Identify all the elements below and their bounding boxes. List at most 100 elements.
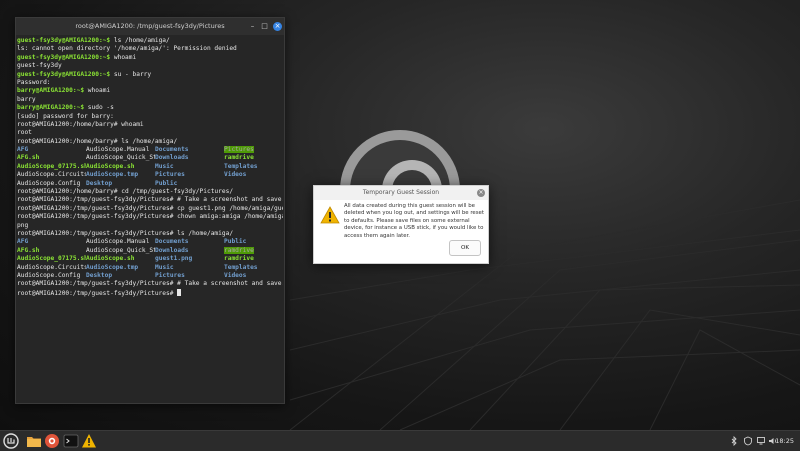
browser-icon[interactable] (44, 433, 60, 449)
terminal-text: png (17, 221, 29, 229)
menu-icon[interactable] (3, 433, 19, 449)
terminal-text: barry (17, 95, 36, 103)
ls-column: Templates (224, 264, 283, 272)
ls-column: guest1.png (155, 255, 224, 263)
dialog-titlebar[interactable]: Temporary Guest Session × (314, 186, 488, 200)
terminal-command: whoami (84, 87, 111, 95)
ls-column: Videos (224, 272, 283, 280)
terminal-window[interactable]: root@AMIGA1200: /tmp/guest-fsy3dy/Pictur… (15, 17, 285, 404)
ls-column: AudioScope.Config (17, 180, 86, 188)
terminal-line: root@AMIGA1200:/tmp/guest-fsy3dy/Picture… (17, 230, 283, 238)
bluetooth-icon[interactable] (729, 436, 739, 446)
terminal-text: root@AMIGA1200:/tmp/guest-fsy3dy/Picture… (17, 196, 283, 204)
terminal-text: root@AMIGA1200:/tmp/guest-fsy3dy/Picture… (17, 229, 234, 237)
ls-entry: Music (155, 162, 174, 170)
terminal-text: guest-fsy3dy (17, 62, 62, 70)
terminal-line: AudioScope.CircuitsAudioScope.tmp Picture… (17, 171, 283, 179)
ls-column: Pictures (155, 171, 224, 179)
ls-column: AudioScope.Config (17, 272, 86, 280)
terminal-line: root@AMIGA1200:/tmp/guest-fsy3dy/Picture… (17, 288, 283, 297)
terminal-line: barry (17, 96, 283, 104)
terminal-icon[interactable] (63, 433, 79, 449)
ls-column: Pictures (155, 272, 224, 280)
ls-column: Public (155, 180, 224, 188)
terminal-line: AudioScope_07175.shAudioScope.sh guest1.p… (17, 255, 283, 263)
terminal-prompt: guest-fsy3dy@AMIGA1200:~$ (17, 70, 111, 78)
terminal-line: root@AMIGA1200:/home/barry# cd /tmp/gues… (17, 188, 283, 196)
ls-entry: AFG (17, 238, 29, 246)
terminal-output[interactable]: guest-fsy3dy@AMIGA1200:~$ ls /home/amiga… (16, 35, 284, 297)
ls-column: Documents (155, 238, 224, 246)
terminal-prompt: guest-fsy3dy@AMIGA1200:~$ (17, 53, 111, 61)
text-cursor (177, 288, 182, 296)
ls-entry: AFG.sh (17, 246, 40, 254)
ls-entry: AudioScope.Config (17, 271, 81, 279)
terminal-line: barry@AMIGA1200:~$ sudo -s (17, 104, 283, 112)
terminal-line: root (17, 129, 283, 137)
terminal-line: AudioScope_07175.shAudioScope.sh Music Tem… (17, 163, 283, 171)
terminal-current-prompt: root@AMIGA1200:/tmp/guest-fsy3dy/Picture… (17, 289, 178, 297)
terminal-prompt: barry@AMIGA1200:~$ (17, 104, 85, 112)
guest-session-dialog[interactable]: Temporary Guest Session × All data creat… (313, 185, 489, 264)
terminal-line: root@AMIGA1200:/tmp/guest-fsy3dy/Picture… (17, 196, 283, 204)
ok-button[interactable]: OK (449, 240, 481, 256)
clock[interactable]: 18:25 (775, 431, 794, 451)
ls-entry: AudioScope_Quick_Start.Notes (86, 246, 155, 254)
ls-column: AFG.sh (17, 154, 86, 162)
warning-icon (320, 206, 340, 224)
ls-column: AFG.sh (17, 247, 86, 255)
terminal-line: AudioScope.CircuitsAudioScope.tmp Music Te… (17, 264, 283, 272)
terminal-line: root@AMIGA1200:/tmp/guest-fsy3dy/Picture… (17, 205, 283, 213)
terminal-text: root@AMIGA1200:/tmp/guest-fsy3dy/Picture… (17, 204, 283, 212)
dialog-close-icon[interactable]: × (477, 189, 485, 197)
terminal-titlebar[interactable]: root@AMIGA1200: /tmp/guest-fsy3dy/Pictur… (16, 18, 284, 35)
ls-column: AFG (17, 238, 86, 246)
ls-column: ramdrive (224, 154, 283, 162)
ls-entry: AFG.sh (17, 154, 40, 162)
files-icon[interactable] (26, 433, 42, 449)
ls-column: Music (155, 163, 224, 171)
terminal-text: Password: (17, 78, 51, 86)
ls-column: AFG (17, 146, 86, 154)
terminal-line: AudioScope.Config Desktop Pictures Videos (17, 272, 283, 280)
ls-entry: Videos (224, 271, 247, 279)
ls-entry: AudioScope.sh (86, 255, 135, 263)
terminal-line: png (17, 222, 283, 230)
ls-entry: Templates (224, 162, 258, 170)
warning-icon[interactable] (81, 433, 97, 449)
ls-entry: AudioScope.tmp (86, 263, 139, 271)
ls-entry: AudioScope.Manual (86, 146, 150, 154)
ls-entry: Desktop (86, 271, 113, 279)
ls-column: AudioScope.Manual (86, 238, 155, 246)
close-icon[interactable]: × (273, 22, 282, 31)
terminal-text: root (17, 129, 32, 137)
terminal-text: root@AMIGA1200:/home/barry# whoami (17, 120, 144, 128)
terminal-text: root@AMIGA1200:/tmp/guest-fsy3dy/Picture… (17, 213, 283, 221)
ls-entry: guest1.png (155, 255, 193, 263)
terminal-line: AFG.sh AudioScope_Quick_Start.NotesDownlo… (17, 154, 283, 162)
shield-icon[interactable] (743, 436, 753, 446)
ls-entry: Pictures (155, 271, 185, 279)
ls-entry: AudioScope.tmp (86, 171, 139, 179)
ls-entry: Public (224, 238, 247, 246)
network-icon[interactable] (756, 436, 766, 446)
ls-entry: Pictures (155, 171, 185, 179)
ls-entry: Documents (155, 146, 189, 154)
ls-column: ramdrive (224, 246, 283, 255)
ls-entry: Videos (224, 171, 247, 179)
terminal-line: AFG.sh AudioScope_Quick_Start.NotesDownlo… (17, 246, 283, 255)
ls-entry: AudioScope.Manual (86, 238, 150, 246)
maximize-icon[interactable]: □ (260, 22, 269, 31)
ls-column: AudioScope.Circuits (17, 171, 86, 179)
terminal-prompt: barry@AMIGA1200:~$ (17, 87, 85, 95)
ls-column: AudioScope.tmp (86, 171, 155, 179)
ls-entry: Documents (155, 238, 189, 246)
ls-entry: Desktop (86, 179, 113, 187)
ls-column: AudioScope.Circuits (17, 264, 86, 272)
terminal-title: root@AMIGA1200: /tmp/guest-fsy3dy/Pictur… (75, 22, 225, 30)
ls-column: Desktop (86, 272, 155, 280)
minimize-icon[interactable]: – (248, 22, 257, 31)
ls-column: ramdrive (224, 255, 283, 263)
dialog-title: Temporary Guest Session (362, 189, 440, 196)
ls-entry: Downloads (155, 246, 189, 254)
